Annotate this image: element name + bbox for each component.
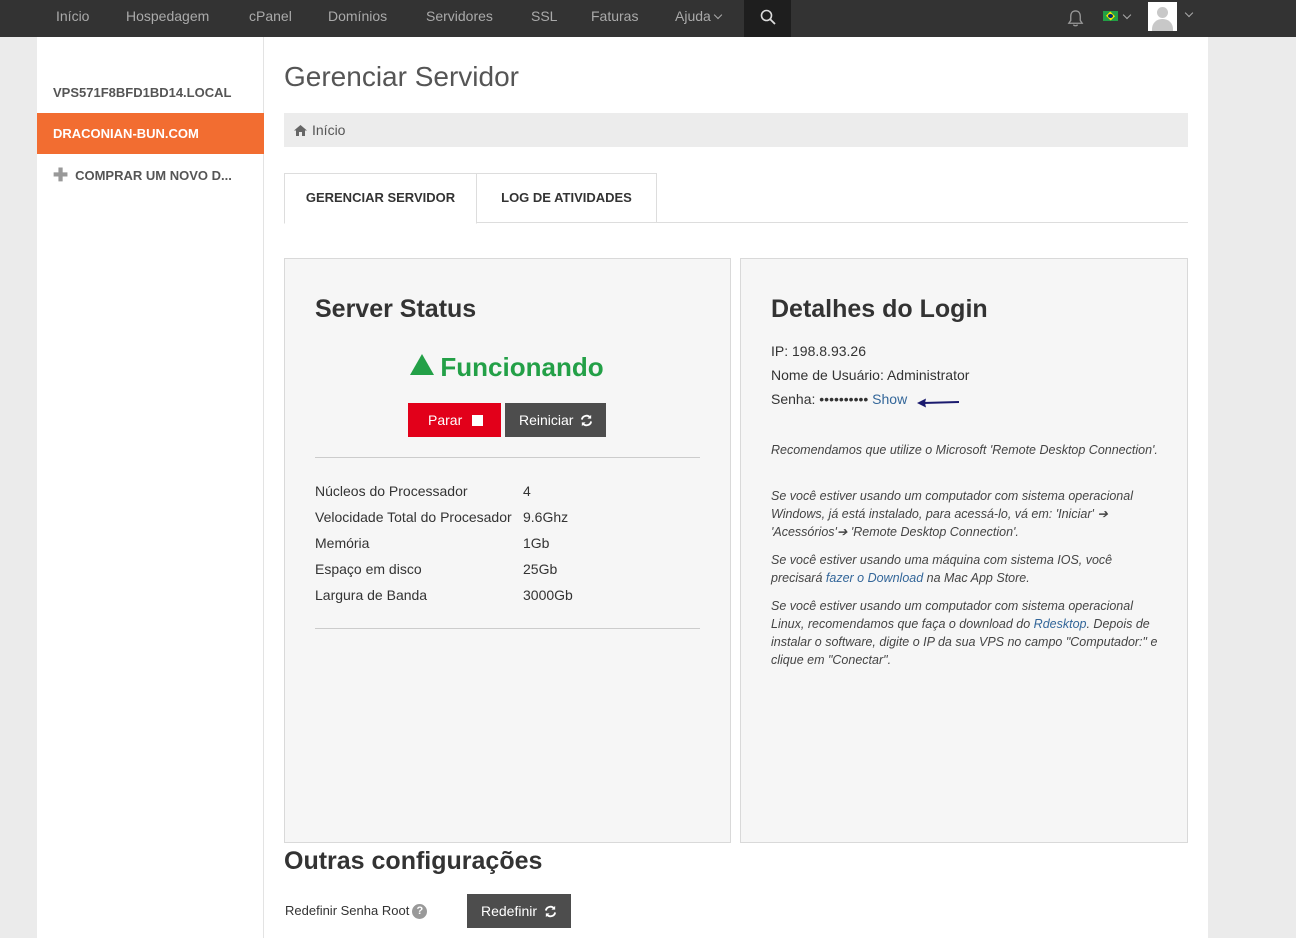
sidebar-item-buy-new[interactable]: ✚ COMPRAR UM NOVO D... bbox=[37, 154, 264, 195]
main-content: Gerenciar Servidor Início GERENCIAR SERV… bbox=[264, 37, 1208, 938]
username-label: Nome de Usuário: bbox=[771, 367, 884, 383]
nav-servidores[interactable]: Servidores bbox=[426, 0, 493, 37]
spec-value: 3000Gb bbox=[523, 587, 573, 603]
server-status-title: Server Status bbox=[315, 295, 477, 323]
password-label: Senha: bbox=[771, 391, 816, 407]
breadcrumb: Início bbox=[284, 113, 1188, 147]
login-details-panel: Detalhes do Login IP: 198.8.93.26 Nome d… bbox=[740, 258, 1188, 843]
username-value: Administrator bbox=[886, 367, 970, 383]
spec-row-memory: Memória 1Gb bbox=[315, 530, 549, 556]
password-mask: •••••••••• bbox=[819, 391, 869, 407]
reset-root-button[interactable]: Redefinir bbox=[467, 894, 571, 928]
spec-row-cores: Núcleos do Processador 4 bbox=[315, 478, 531, 504]
server-status-panel: Server Status Funcionando Parar Reinicia… bbox=[284, 258, 731, 843]
tab-log-atividades[interactable]: LOG DE ATIVIDADES bbox=[476, 173, 657, 223]
sidebar: VPS571F8BFD1BD14.LOCAL DRACONIAN-BUN.COM… bbox=[37, 37, 264, 938]
divider bbox=[315, 628, 700, 629]
spec-row-speed: Velocidade Total do Procesador 9.6Ghz bbox=[315, 504, 568, 530]
sidebar-item-label: DRACONIAN-BUN.COM bbox=[53, 126, 199, 141]
tab-bar: GERENCIAR SERVIDOR LOG DE ATIVIDADES bbox=[284, 173, 1188, 224]
up-arrow-icon bbox=[410, 354, 435, 375]
sidebar-item-label: VPS571F8BFD1BD14.LOCAL bbox=[53, 85, 232, 100]
stop-icon bbox=[472, 415, 484, 426]
spec-value: 4 bbox=[523, 483, 531, 499]
rdesktop-link[interactable]: Rdesktop bbox=[1034, 617, 1087, 631]
reset-root-row: Redefinir Senha Root? bbox=[285, 903, 428, 920]
nav-cpanel[interactable]: cPanel bbox=[249, 0, 292, 37]
note-ios: Se você estiver usando uma máquina com s… bbox=[771, 551, 1161, 587]
search-icon bbox=[760, 9, 776, 25]
chevron-down-icon[interactable] bbox=[1122, 10, 1132, 20]
refresh-icon bbox=[544, 905, 557, 918]
avatar-head bbox=[1157, 7, 1168, 18]
nav-ssl[interactable]: SSL bbox=[531, 0, 557, 37]
chevron-down-icon[interactable] bbox=[1184, 8, 1194, 18]
reset-button-label: Redefinir bbox=[481, 903, 538, 919]
user-avatar[interactable] bbox=[1148, 2, 1177, 31]
spec-label: Velocidade Total do Procesador bbox=[315, 509, 512, 525]
bell-icon[interactable] bbox=[1066, 9, 1085, 28]
login-details-title: Detalhes do Login bbox=[771, 295, 988, 323]
sidebar-item-vps-local[interactable]: VPS571F8BFD1BD14.LOCAL bbox=[37, 72, 264, 113]
spec-row-bandwidth: Largura de Banda 3000Gb bbox=[315, 582, 573, 608]
help-icon[interactable]: ? bbox=[412, 904, 428, 919]
reset-root-label: Redefinir Senha Root bbox=[285, 903, 410, 918]
spec-label: Núcleos do Processador bbox=[315, 483, 468, 499]
brazil-flag-icon[interactable] bbox=[1103, 11, 1118, 21]
note-windows: Se você estiver usando um computador com… bbox=[771, 489, 1133, 539]
show-password-link[interactable]: Show bbox=[872, 391, 907, 407]
ip-line: IP: 198.8.93.26 bbox=[771, 343, 866, 359]
status-text: Funcionando bbox=[440, 352, 604, 382]
nav-ajuda-label: Ajuda bbox=[675, 8, 711, 24]
spec-label: Largura de Banda bbox=[315, 587, 428, 603]
spec-label: Memória bbox=[315, 535, 370, 551]
note-remote-desktop: Recomendamos que utilize o Microsoft 'Re… bbox=[771, 443, 1158, 457]
page-title: Gerenciar Servidor bbox=[284, 61, 519, 92]
username-line: Nome de Usuário: Administrator bbox=[771, 367, 969, 383]
breadcrumb-home-link[interactable]: Início bbox=[312, 122, 345, 138]
restart-button-label: Reiniciar bbox=[519, 412, 574, 428]
password-line: Senha: •••••••••• Show bbox=[771, 391, 907, 407]
top-navbar: Início Hospedagem cPanel Domínios Servid… bbox=[0, 0, 1296, 37]
download-link[interactable]: fazer o Download bbox=[826, 571, 923, 585]
ip-value: 198.8.93.26 bbox=[792, 343, 866, 359]
spec-value: 25Gb bbox=[523, 561, 558, 577]
ip-label: IP: bbox=[771, 343, 789, 359]
search-button[interactable] bbox=[744, 0, 791, 37]
nav-hospedagem[interactable]: Hospedagem bbox=[126, 0, 209, 37]
home-icon bbox=[294, 125, 307, 136]
sidebar-item-label: COMPRAR UM NOVO D... bbox=[75, 168, 232, 183]
other-settings-title: Outras configurações bbox=[284, 847, 543, 875]
spec-row-disk: Espaço em disco 25Gb bbox=[315, 556, 557, 582]
nav-inicio[interactable]: Início bbox=[56, 0, 89, 37]
plus-icon: ✚ bbox=[53, 165, 69, 185]
spec-value: 1Gb bbox=[523, 535, 550, 551]
spec-value: 9.6Ghz bbox=[523, 509, 569, 525]
nav-faturas[interactable]: Faturas bbox=[591, 0, 638, 37]
nav-dominios[interactable]: Domínios bbox=[328, 0, 387, 37]
note-linux: Se você estiver usando um computador com… bbox=[771, 597, 1161, 669]
divider bbox=[315, 457, 700, 458]
avatar-body bbox=[1152, 19, 1173, 31]
spec-label: Espaço em disco bbox=[315, 561, 422, 577]
status-indicator: Funcionando bbox=[285, 352, 729, 383]
nav-ajuda-dropdown[interactable]: Ajuda bbox=[675, 0, 723, 37]
stop-button-label: Parar bbox=[428, 412, 463, 428]
stop-button[interactable]: Parar bbox=[408, 403, 501, 437]
sidebar-item-draconian-bun[interactable]: DRACONIAN-BUN.COM bbox=[37, 113, 264, 154]
chevron-down-icon bbox=[713, 10, 723, 20]
arrow-left-icon bbox=[917, 398, 959, 408]
tab-gerenciar-servidor[interactable]: GERENCIAR SERVIDOR bbox=[284, 173, 477, 224]
refresh-icon bbox=[581, 414, 593, 427]
restart-button[interactable]: Reiniciar bbox=[505, 403, 606, 437]
note-ios-text-end: na Mac App Store. bbox=[923, 571, 1030, 585]
